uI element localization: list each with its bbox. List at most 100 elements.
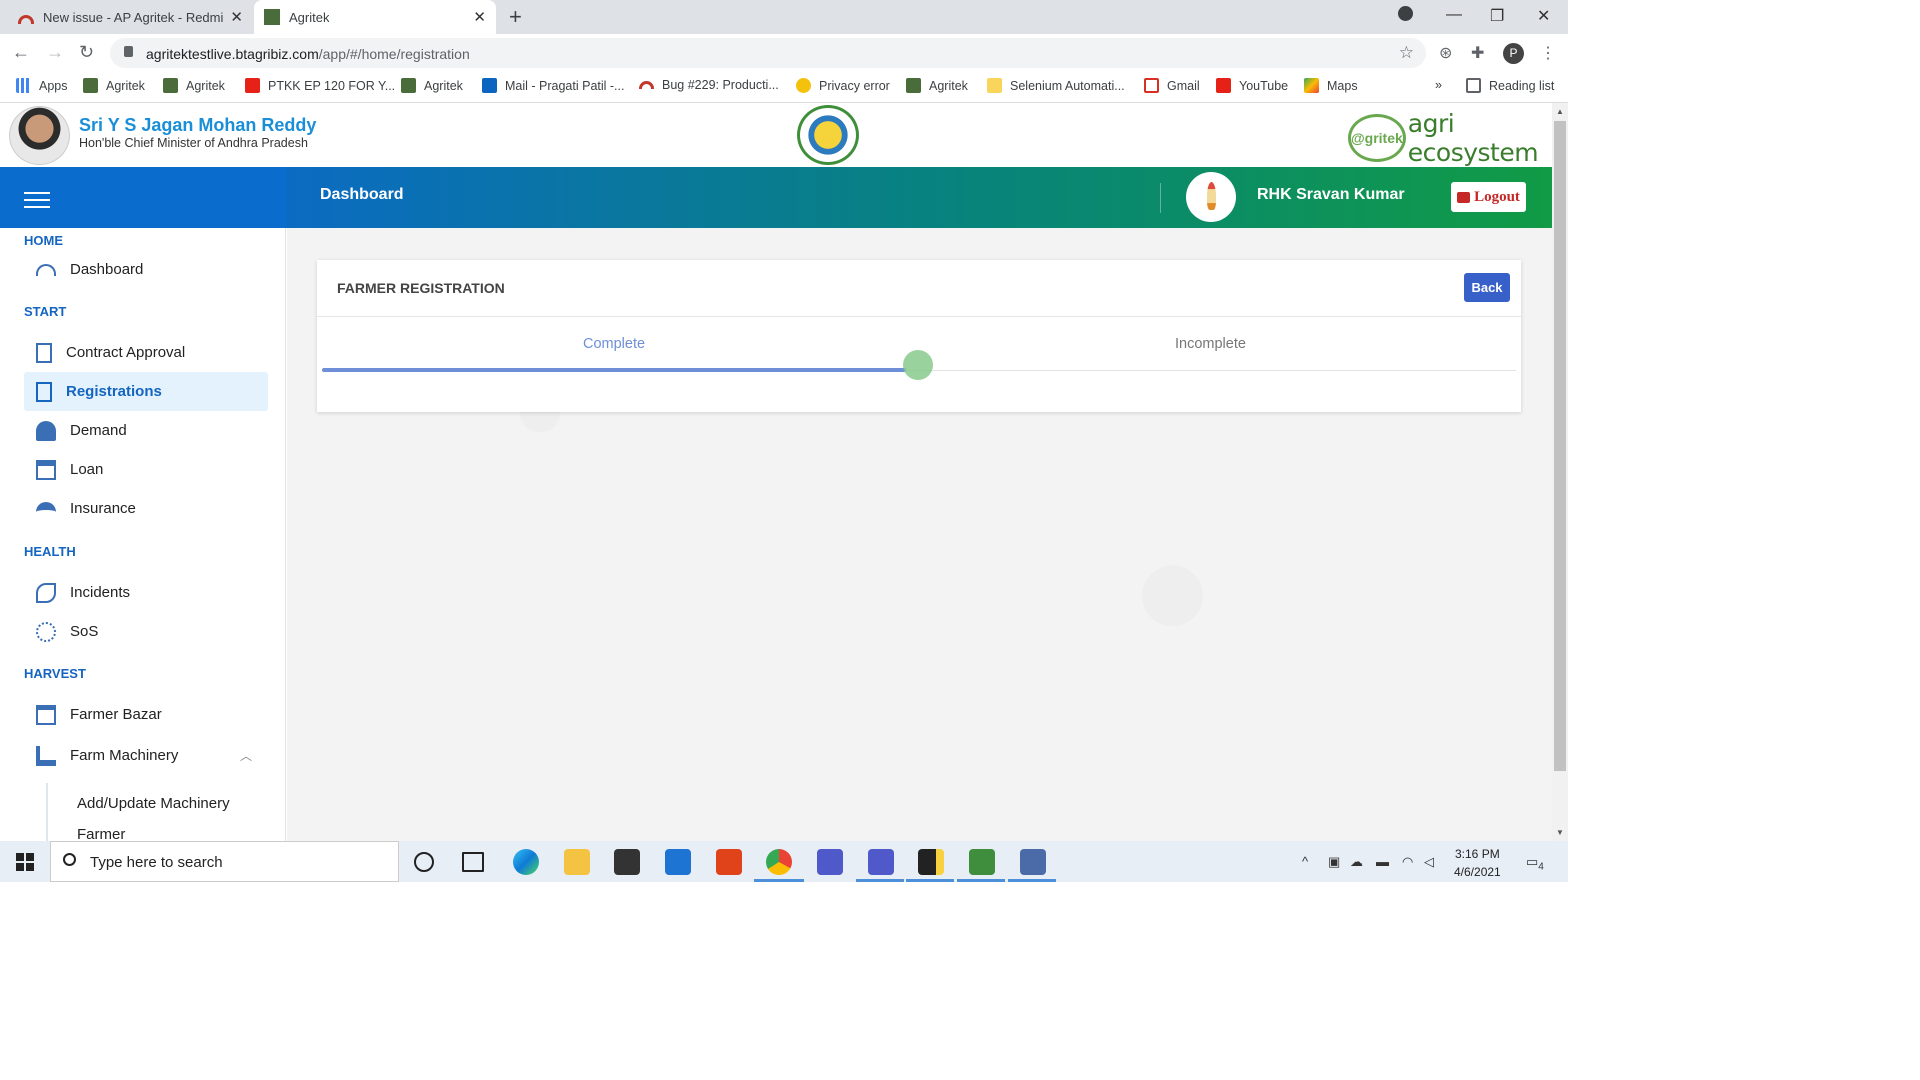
- menu-kebab-icon[interactable]: ⋮: [1540, 43, 1556, 63]
- meet-now-icon[interactable]: ▣: [1328, 854, 1340, 870]
- bookmark-agritek-1[interactable]: Agritek: [83, 78, 145, 93]
- scrollbar-thumb[interactable]: [1554, 121, 1566, 771]
- bookmark-agritek-3[interactable]: Agritek: [401, 78, 463, 93]
- file-explorer-icon[interactable]: [564, 849, 590, 875]
- bookmark-maps[interactable]: Maps: [1304, 78, 1358, 93]
- scroll-up-icon[interactable]: ▲: [1556, 107, 1564, 116]
- bookmark-selenium[interactable]: Selenium Automati...: [987, 78, 1125, 93]
- bookmark-star-icon[interactable]: ☆: [1399, 43, 1414, 63]
- tab-incomplete[interactable]: Incomplete: [1175, 336, 1246, 352]
- sidebar-item-label: Registrations: [66, 383, 162, 400]
- clock-time: 3:16 PM: [1455, 847, 1500, 861]
- close-tab-icon[interactable]: ✕: [230, 8, 243, 26]
- sidebar-item-loan[interactable]: Loan: [24, 450, 268, 489]
- sidebar-subitem-farmer[interactable]: Farmer: [77, 826, 125, 841]
- redmine-icon: [18, 14, 34, 24]
- active-app-indicator: [1008, 879, 1056, 882]
- profile-avatar[interactable]: P: [1503, 43, 1524, 64]
- back-button[interactable]: Back: [1464, 273, 1510, 302]
- scroll-down-icon[interactable]: ▼: [1556, 828, 1564, 837]
- sidebar-item-farmer-bazar[interactable]: Farmer Bazar: [24, 695, 268, 734]
- teams-icon[interactable]: [817, 849, 843, 875]
- notification-count: 4: [1538, 861, 1544, 873]
- taskbar-clock[interactable]: 3:16 PM 4/6/2021: [1454, 845, 1501, 881]
- youtube-icon: [245, 78, 260, 93]
- page-title: Dashboard: [320, 186, 404, 203]
- agritek-icon: [163, 78, 178, 93]
- user-avatar[interactable]: [1186, 172, 1236, 222]
- sidebar-item-registrations[interactable]: Registrations: [24, 372, 268, 411]
- sidebar-item-dashboard[interactable]: Dashboard: [24, 250, 268, 289]
- calculator-icon[interactable]: [1020, 849, 1046, 875]
- browser-tab-redmine[interactable]: New issue - AP Agritek - Redmin ✕: [8, 0, 253, 34]
- hamburger-menu-icon[interactable]: [24, 192, 50, 213]
- office-icon[interactable]: [716, 849, 742, 875]
- battery-icon[interactable]: ▬: [1376, 854, 1389, 869]
- volume-icon[interactable]: ◁: [1424, 854, 1434, 870]
- logout-button[interactable]: Logout: [1451, 182, 1526, 212]
- store-icon[interactable]: [614, 849, 640, 875]
- bookmark-gmail[interactable]: Gmail: [1144, 78, 1200, 93]
- mail-icon[interactable]: [665, 849, 691, 875]
- tab-search-icon[interactable]: [1398, 6, 1413, 26]
- maximize-button[interactable]: ❐: [1490, 6, 1504, 26]
- sidebar-item-contract-approval[interactable]: Contract Approval: [24, 333, 268, 372]
- cortana-icon[interactable]: [414, 852, 434, 872]
- chief-minister-role: Hon'ble Chief Minister of Andhra Pradesh: [79, 136, 308, 150]
- bookmark-mail[interactable]: Mail - Pragati Patil -...: [482, 78, 624, 93]
- back-arrow-icon[interactable]: ←: [12, 42, 30, 63]
- reading-list[interactable]: Reading list: [1466, 78, 1554, 93]
- tractor-icon: [36, 745, 56, 766]
- task-view-icon[interactable]: [462, 852, 484, 872]
- forward-arrow-icon[interactable]: →: [46, 42, 64, 63]
- sidebar-item-demand[interactable]: Demand: [24, 411, 268, 450]
- windows-start-icon[interactable]: [16, 853, 34, 871]
- brand-tagline: agri ecosystem: [1407, 109, 1539, 167]
- tab-ripple: [903, 350, 933, 380]
- taskbar-search-box[interactable]: Type here to search: [50, 841, 399, 882]
- sidebar-item-label: Insurance: [70, 500, 136, 517]
- onedrive-cloud-icon[interactable]: ☁: [1350, 854, 1363, 870]
- sidebar-subitem-add-update-machinery[interactable]: Add/Update Machinery: [77, 795, 230, 812]
- chevron-up-icon[interactable]: ^: [1302, 854, 1308, 869]
- edge-icon[interactable]: [513, 849, 539, 875]
- site-header: Sri Y S Jagan Mohan Reddy Hon'ble Chief …: [0, 103, 1552, 167]
- bookmark-bug-229[interactable]: Bug #229: Producti...: [639, 78, 779, 92]
- bookmark-agritek-4[interactable]: Agritek: [906, 78, 968, 93]
- active-app-indicator: [957, 879, 1005, 882]
- browser-toolbar: ← → ↻ agritektestlive.btagribiz.com/app/…: [0, 34, 1568, 71]
- topbar: Dashboard RHK Sravan Kumar Logout: [286, 167, 1552, 228]
- bookmark-youtube[interactable]: YouTube: [1216, 78, 1288, 93]
- bookmark-ptkk[interactable]: PTKK EP 120 FOR Y...: [245, 78, 395, 93]
- extensions-puzzle-icon[interactable]: ✚: [1471, 43, 1484, 63]
- state-emblem-logo: [797, 105, 859, 165]
- notification-icon[interactable]: ▭4: [1526, 854, 1544, 873]
- close-tab-icon[interactable]: ✕: [473, 8, 486, 26]
- minimize-button[interactable]: —: [1446, 6, 1462, 24]
- reload-icon[interactable]: ↻: [79, 42, 94, 63]
- close-window-button[interactable]: ✕: [1537, 6, 1550, 26]
- page-scrollbar[interactable]: ▲ ▼: [1552, 103, 1568, 841]
- browser-tab-agritek[interactable]: Agritek ✕: [254, 0, 496, 34]
- bookmarks-overflow[interactable]: »: [1435, 78, 1442, 92]
- address-bar[interactable]: agritektestlive.btagribiz.com/app/#/home…: [110, 38, 1426, 68]
- extension-icon[interactable]: ⊛: [1439, 43, 1452, 63]
- chrome-icon[interactable]: [766, 849, 792, 875]
- teams-icon[interactable]: [868, 849, 894, 875]
- bookmark-privacy-error[interactable]: Privacy error: [796, 78, 890, 93]
- tab-complete[interactable]: Complete: [583, 336, 645, 352]
- bookmark-agritek-2[interactable]: Agritek: [163, 78, 225, 93]
- sidebar-item-farm-machinery[interactable]: Farm Machinery ︿: [24, 736, 268, 775]
- image-viewer-icon[interactable]: [969, 849, 995, 875]
- sidebar-item-incidents[interactable]: Incidents: [24, 573, 268, 612]
- sidebar-item-label: SoS: [70, 623, 99, 640]
- sticky-notes-icon[interactable]: [918, 849, 944, 875]
- sidebar-item-label: Demand: [70, 422, 127, 439]
- bookmark-apps[interactable]: Apps: [16, 78, 68, 93]
- sidebar-item-sos[interactable]: SoS: [24, 612, 268, 651]
- sidebar-item-insurance[interactable]: Insurance: [24, 489, 268, 528]
- wifi-icon[interactable]: ◠: [1402, 854, 1413, 870]
- new-tab-button[interactable]: +: [509, 6, 522, 28]
- user-name[interactable]: RHK Sravan Kumar: [1257, 186, 1405, 204]
- chevron-up-icon[interactable]: ︿: [240, 747, 252, 764]
